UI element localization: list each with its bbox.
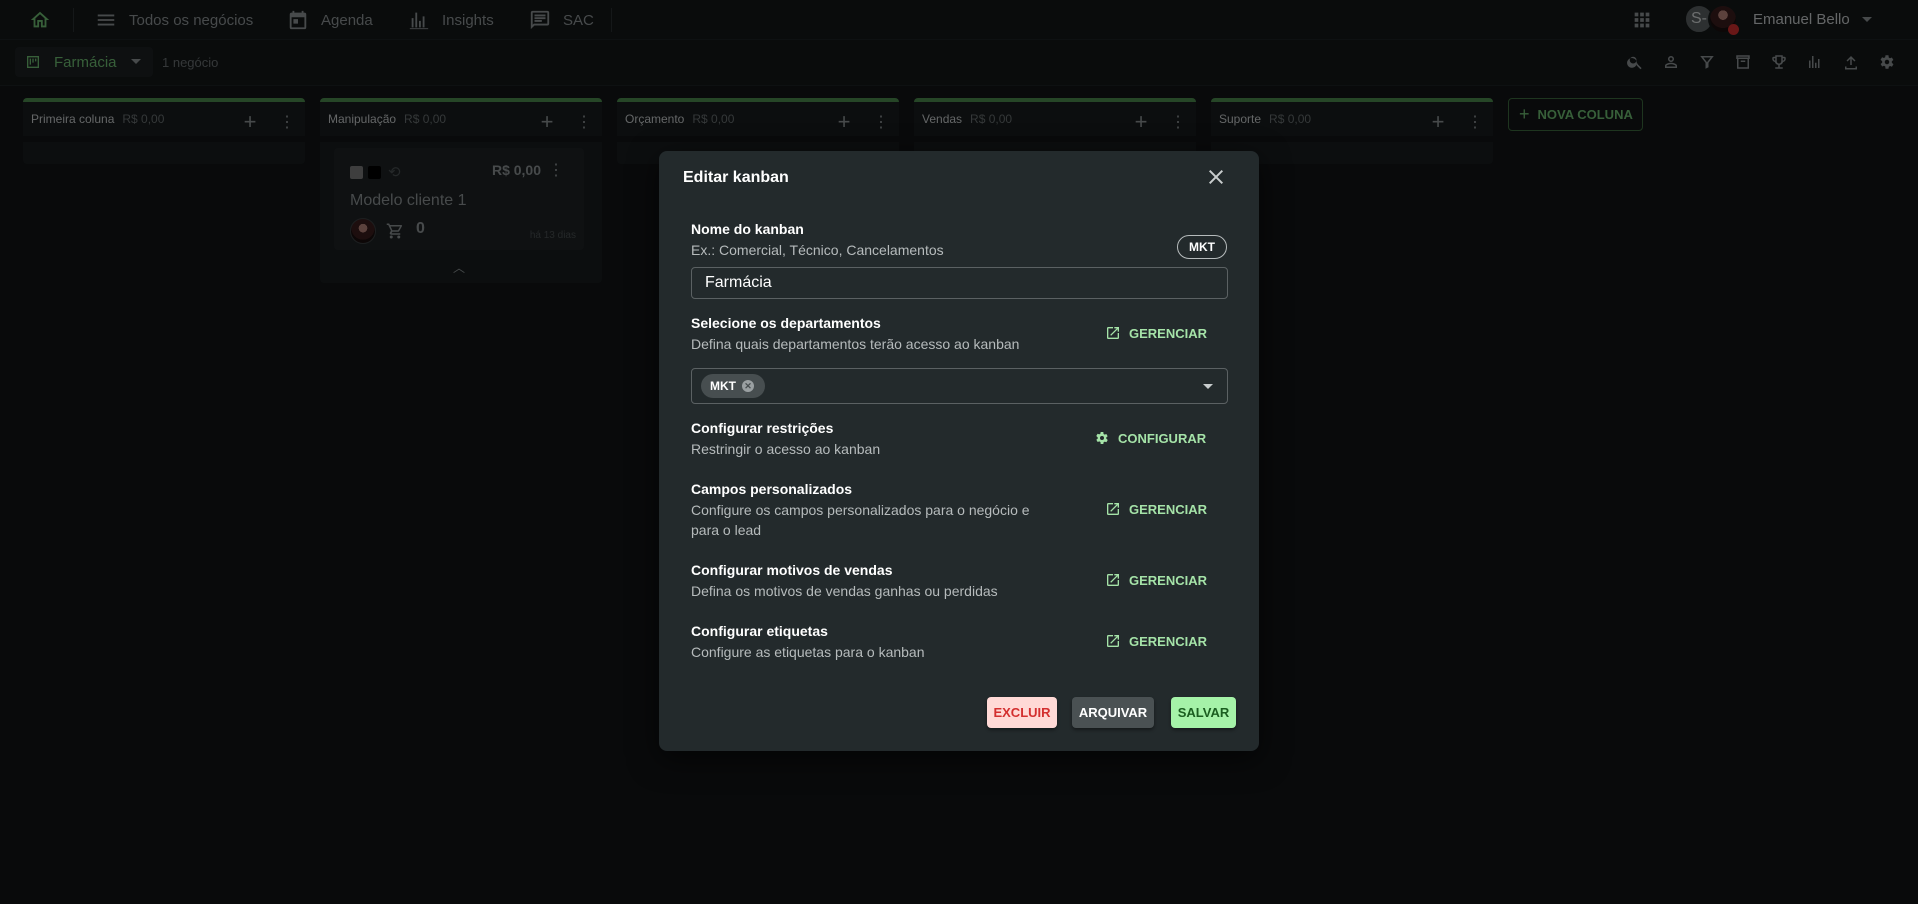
departments-select[interactable]: MKT ✕ [691, 368, 1228, 404]
manage-custom-fields-button[interactable]: GERENCIAR [1105, 501, 1207, 517]
sales-reasons-desc: Defina os motivos de vendas ganhas ou pe… [691, 583, 998, 599]
chevron-down-icon[interactable] [1203, 384, 1213, 389]
kanban-name-hint: Ex.: Comercial, Técnico, Cancelamentos [691, 242, 944, 258]
open-in-new-icon [1107, 503, 1119, 515]
chip-label: MKT [710, 379, 736, 393]
department-chip: MKT [1177, 235, 1227, 259]
kanban-name-label: Nome do kanban [691, 221, 804, 237]
kanban-name-input[interactable] [691, 267, 1228, 299]
department-chip: MKT ✕ [701, 374, 765, 398]
action-label: CONFIGURAR [1118, 430, 1207, 446]
departments-desc: Defina quais departamentos terão acesso … [691, 336, 1020, 352]
save-button[interactable]: SALVAR [1171, 697, 1236, 728]
custom-fields-desc: Configure os campos personalizados para … [691, 502, 1030, 518]
action-label: GERENCIAR [1129, 633, 1208, 649]
tags-desc: Configure as etiquetas para o kanban [691, 644, 925, 660]
configure-restrictions-button[interactable]: CONFIGURAR [1094, 430, 1206, 446]
archive-button[interactable]: ARQUIVAR [1072, 697, 1154, 728]
remove-chip-icon[interactable]: ✕ [742, 380, 754, 392]
close-icon[interactable] [1204, 165, 1228, 189]
tags-label: Configurar etiquetas [691, 623, 828, 639]
edit-kanban-dialog: Editar kanban Nome do kanban Ex.: Comerc… [659, 151, 1259, 751]
action-label: GERENCIAR [1129, 501, 1208, 517]
action-label: GERENCIAR [1129, 572, 1208, 588]
departments-label: Selecione os departamentos [691, 315, 881, 331]
manage-sales-reasons-button[interactable]: GERENCIAR [1105, 572, 1207, 588]
restrictions-label: Configurar restrições [691, 420, 834, 436]
open-in-new-icon [1107, 635, 1119, 647]
action-label: GERENCIAR [1129, 325, 1208, 341]
gear-icon [1096, 432, 1108, 444]
open-in-new-icon [1107, 327, 1119, 339]
custom-fields-desc: para o lead [691, 522, 762, 538]
manage-tags-button[interactable]: GERENCIAR [1105, 633, 1207, 649]
delete-button[interactable]: EXCLUIR [987, 697, 1057, 728]
open-in-new-icon [1107, 574, 1119, 586]
sales-reasons-label: Configurar motivos de vendas [691, 562, 893, 578]
dialog-title: Editar kanban [683, 169, 789, 186]
custom-fields-label: Campos personalizados [691, 481, 853, 497]
manage-departments-button[interactable]: GERENCIAR [1105, 325, 1207, 341]
restrictions-desc: Restringir o acesso ao kanban [691, 441, 881, 457]
